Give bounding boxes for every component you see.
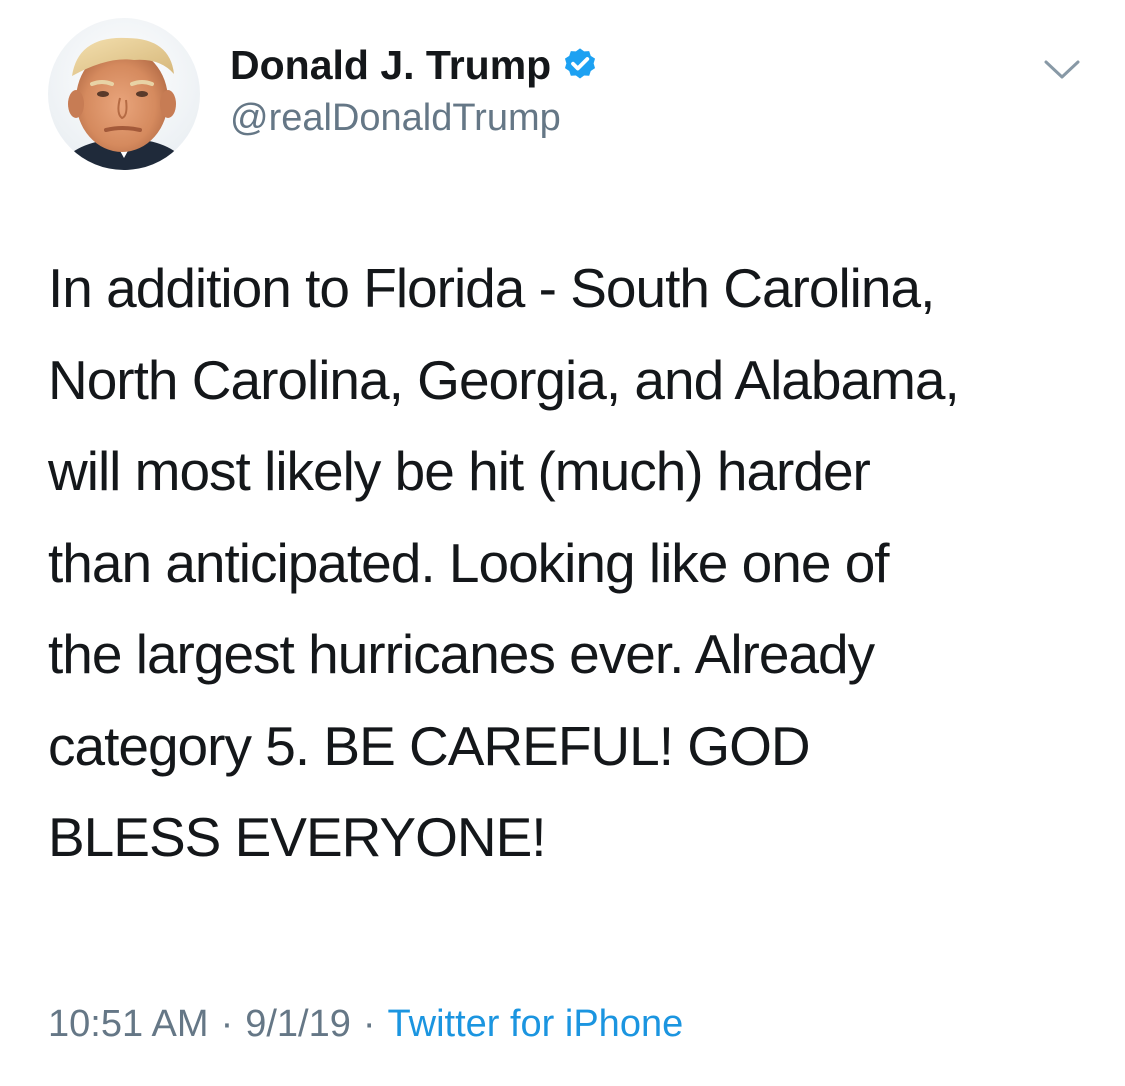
chevron-down-icon[interactable] xyxy=(1042,56,1082,84)
avatar[interactable] xyxy=(48,18,200,170)
handle[interactable]: @realDonaldTrump xyxy=(230,97,561,140)
verified-badge-icon xyxy=(561,46,599,84)
author-name-row: Donald J. Trump xyxy=(230,40,599,90)
meta-separator: · xyxy=(362,1003,376,1045)
tweet-card: Donald J. Trump @realDonaldTrump In addi… xyxy=(0,0,1125,1086)
meta-separator: · xyxy=(220,1003,234,1045)
profile-photo xyxy=(48,18,200,170)
tweet-time[interactable]: 10:51 AM xyxy=(48,1003,209,1046)
tweet-text: In addition to Florida - South Carolina,… xyxy=(48,257,960,868)
display-name[interactable]: Donald J. Trump xyxy=(230,42,551,89)
tweet-metadata: 10:51 AM · 9/1/19 · Twitter for iPhone xyxy=(48,1003,683,1046)
tweet-date[interactable]: 9/1/19 xyxy=(245,1003,351,1046)
tweet-source-link[interactable]: Twitter for iPhone xyxy=(388,1003,684,1046)
